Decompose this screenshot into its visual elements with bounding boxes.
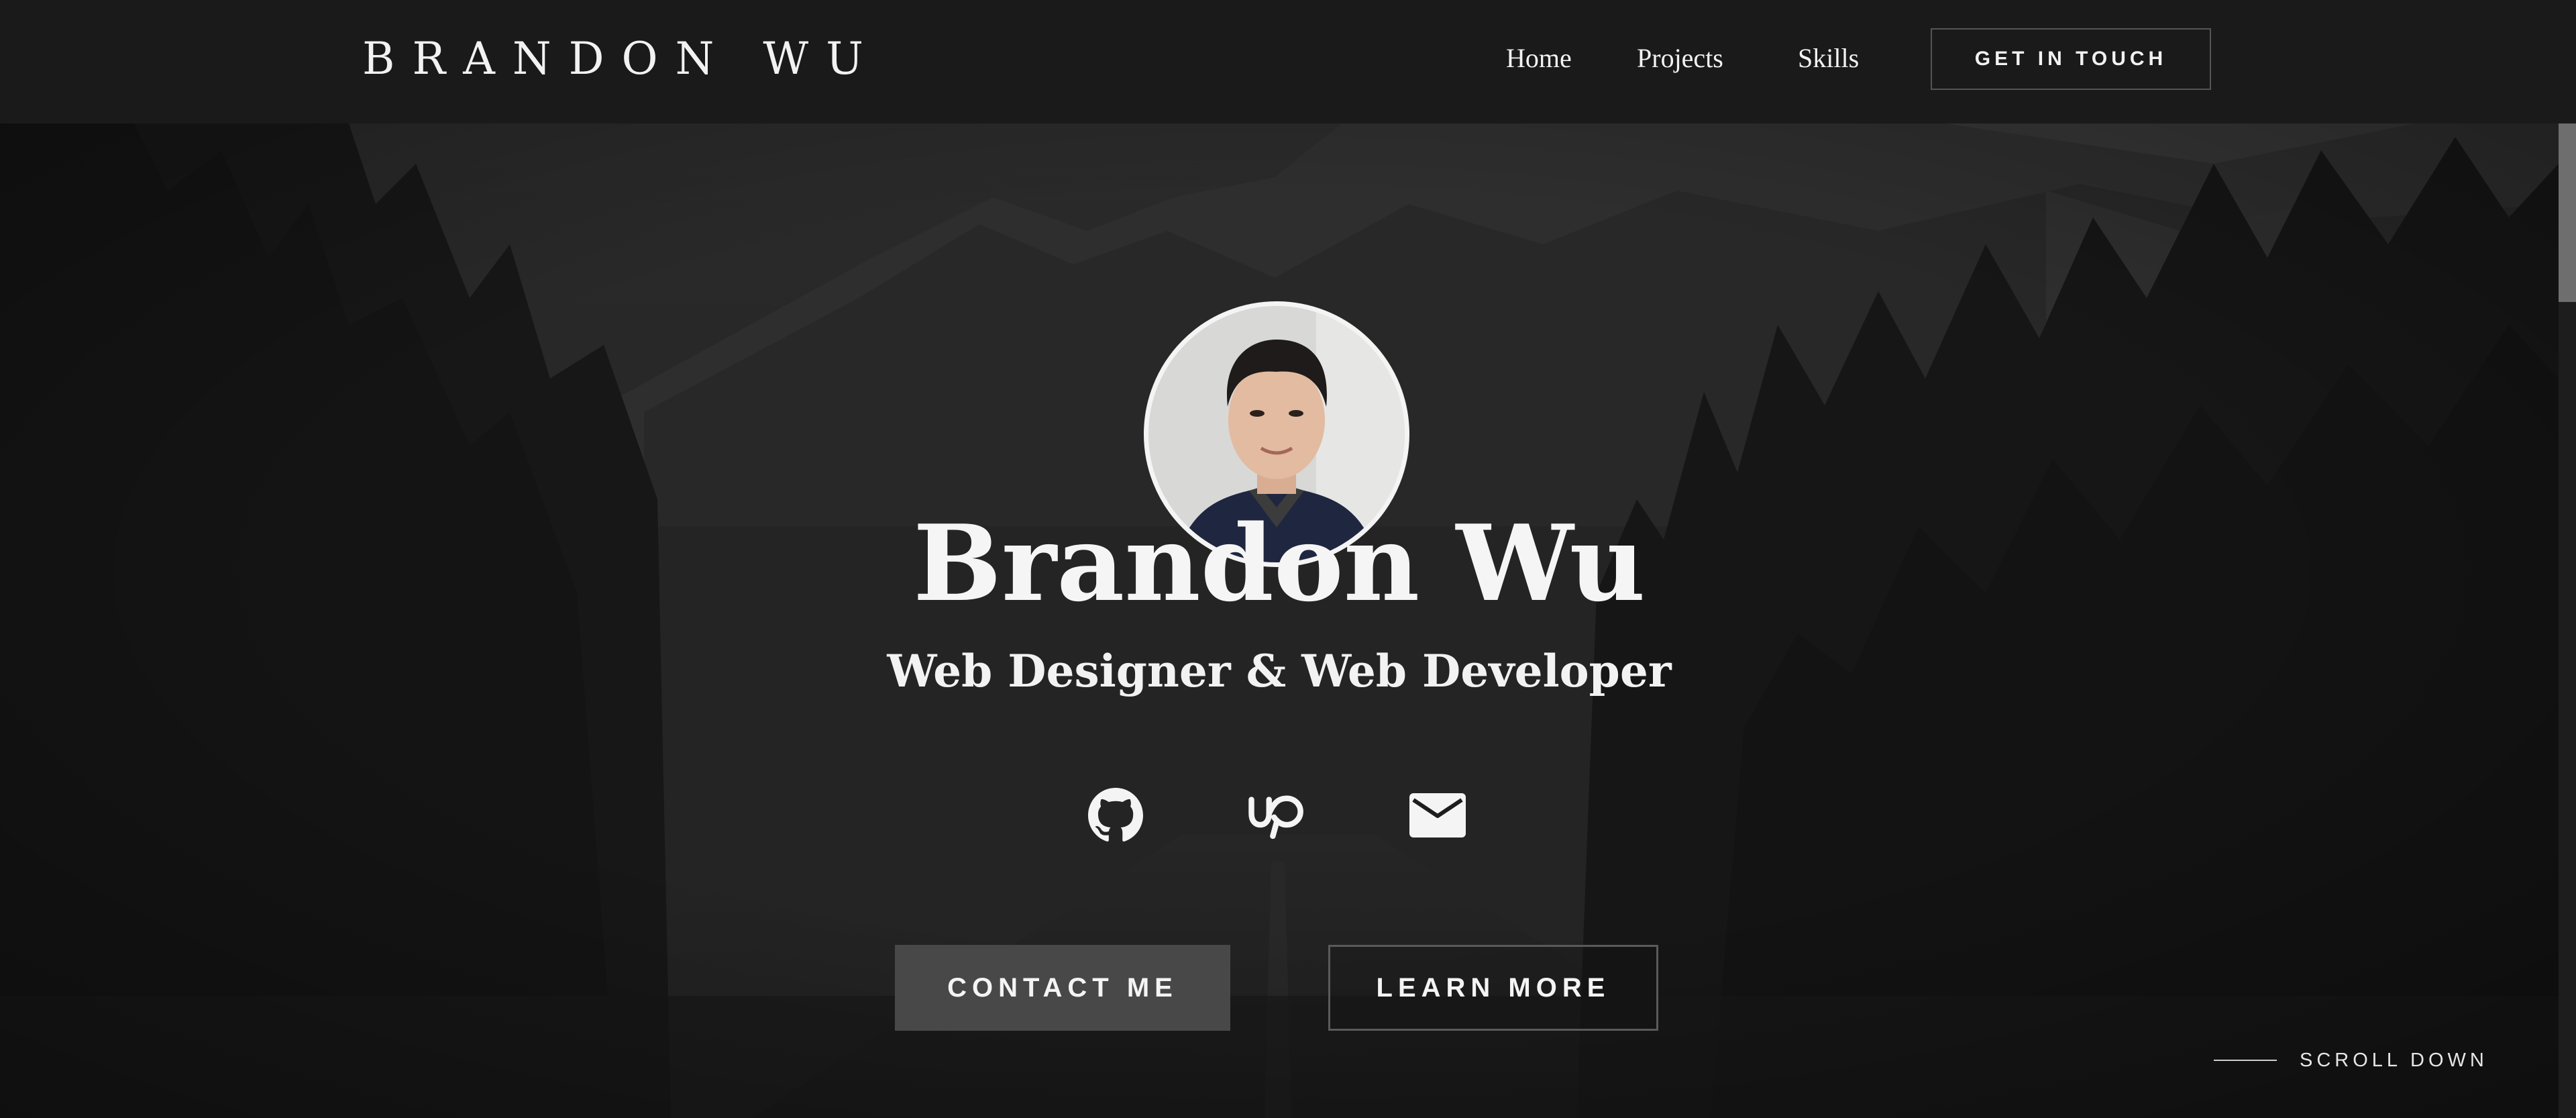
hero-name: Brandon Wu — [913, 502, 1646, 625]
nav-home-link[interactable]: Home — [1506, 42, 1573, 75]
scroll-down-line — [2214, 1060, 2277, 1061]
mail-glyph — [1409, 793, 1466, 837]
main-nav: Home Projects Skills — [1506, 42, 1865, 75]
upwork-icon[interactable] — [1246, 785, 1307, 846]
site-header: BRANDON WU Home Projects Skills GET IN T… — [0, 0, 2576, 123]
mail-icon[interactable] — [1407, 785, 1468, 846]
scroll-down-label: SCROLL DOWN — [2300, 1050, 2488, 1071]
github-glyph — [1088, 788, 1143, 842]
get-in-touch-button[interactable]: GET IN TOUCH — [1931, 28, 2211, 90]
scrollbar-thumb[interactable] — [2559, 123, 2576, 302]
learn-more-button[interactable]: LEARN MORE — [1328, 945, 1658, 1031]
social-links — [0, 785, 2559, 846]
nav-projects-link[interactable]: Projects — [1637, 42, 1734, 75]
brand-logo[interactable]: BRANDON WU — [362, 30, 881, 89]
github-icon[interactable] — [1085, 785, 1146, 846]
hero-role: Web Designer & Web Developer — [887, 645, 1672, 697]
nav-skills-link[interactable]: Skills — [1798, 42, 1865, 75]
page: BRANDON WU Home Projects Skills GET IN T… — [0, 0, 2576, 1118]
upwork-glyph — [1248, 795, 1303, 839]
contact-me-button[interactable]: CONTACT ME — [895, 945, 1230, 1031]
scroll-down-indicator[interactable]: SCROLL DOWN — [2214, 1048, 2488, 1072]
